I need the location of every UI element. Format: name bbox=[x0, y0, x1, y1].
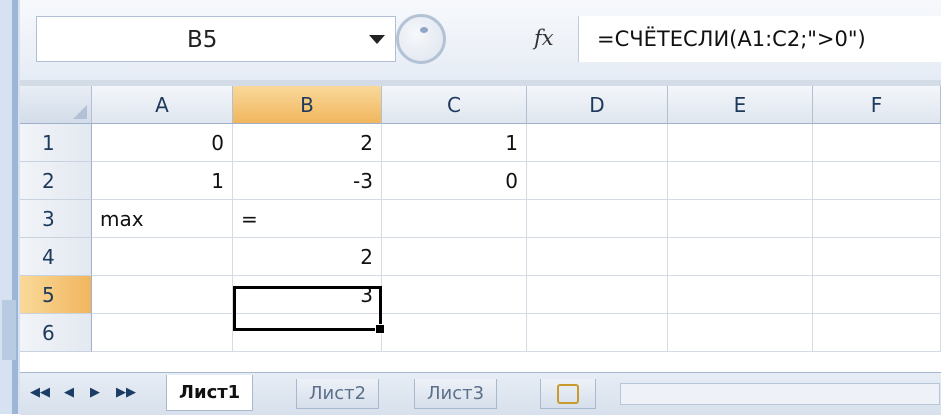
cell-e5[interactable] bbox=[668, 276, 813, 314]
cell-c1[interactable]: 1 bbox=[382, 124, 527, 162]
row-header-5[interactable]: 5 bbox=[20, 276, 92, 314]
splitter-dot bbox=[420, 27, 428, 33]
name-box-value: B5 bbox=[187, 27, 218, 53]
column-header-c[interactable]: C bbox=[382, 86, 527, 124]
horizontal-scrollbar[interactable] bbox=[620, 383, 940, 405]
cell-c5[interactable] bbox=[382, 276, 527, 314]
insert-sheet-icon bbox=[557, 384, 579, 404]
formula-bar: B5 fx =СЧЁТЕСЛИ(A1:C2;">0") bbox=[20, 0, 941, 81]
worksheet-grid: A B C D E F 1 0 2 1 2 1 -3 0 3 max = 4 2… bbox=[20, 86, 941, 372]
cell-f1[interactable] bbox=[813, 124, 941, 162]
insert-sheet-button[interactable] bbox=[540, 379, 596, 409]
cell-a5[interactable] bbox=[92, 276, 233, 314]
cell-a4[interactable] bbox=[92, 238, 233, 276]
cell-c4[interactable] bbox=[382, 238, 527, 276]
cell-f6[interactable] bbox=[813, 314, 941, 352]
cell-a1[interactable]: 0 bbox=[92, 124, 233, 162]
window-left-edge bbox=[0, 0, 20, 414]
row-header-2[interactable]: 2 bbox=[20, 162, 92, 200]
chevron-down-icon[interactable] bbox=[369, 35, 385, 44]
cell-e1[interactable] bbox=[668, 124, 813, 162]
first-sheet-button[interactable]: ◀◀ bbox=[30, 382, 50, 404]
select-all-triangle-icon bbox=[73, 105, 87, 119]
cell-e3[interactable] bbox=[668, 200, 813, 238]
row-header-4[interactable]: 4 bbox=[20, 238, 92, 276]
column-header-d[interactable]: D bbox=[527, 86, 668, 124]
cell-b2[interactable]: -3 bbox=[233, 162, 382, 200]
insert-function-icon[interactable]: fx bbox=[534, 18, 554, 58]
column-header-a[interactable]: A bbox=[92, 86, 233, 124]
cell-d3[interactable] bbox=[527, 200, 668, 238]
formula-input[interactable]: =СЧЁТЕСЛИ(A1:C2;">0") bbox=[578, 16, 941, 62]
cell-d4[interactable] bbox=[527, 238, 668, 276]
last-sheet-button[interactable]: ▶▶ bbox=[116, 382, 136, 404]
cell-b5[interactable]: 3 bbox=[233, 276, 382, 314]
cell-d5[interactable] bbox=[527, 276, 668, 314]
cell-d2[interactable] bbox=[527, 162, 668, 200]
formula-text: =СЧЁТЕСЛИ(A1:C2;">0") bbox=[597, 27, 866, 51]
cell-c6[interactable] bbox=[382, 314, 527, 352]
row-header-3[interactable]: 3 bbox=[20, 200, 92, 238]
cell-e2[interactable] bbox=[668, 162, 813, 200]
column-header-f[interactable]: F bbox=[813, 86, 941, 124]
cell-f5[interactable] bbox=[813, 276, 941, 314]
cell-f4[interactable] bbox=[813, 238, 941, 276]
formula-bar-splitter-icon[interactable] bbox=[396, 14, 446, 64]
row-header-1[interactable]: 1 bbox=[20, 124, 92, 162]
tab-sheet3[interactable]: Лист3 bbox=[414, 379, 498, 409]
name-box[interactable]: B5 bbox=[36, 16, 396, 62]
cell-e4[interactable] bbox=[668, 238, 813, 276]
cell-a6[interactable] bbox=[92, 314, 233, 352]
cell-c2[interactable]: 0 bbox=[382, 162, 527, 200]
previous-sheet-button[interactable]: ◀ bbox=[64, 382, 74, 404]
cell-c3[interactable] bbox=[382, 200, 527, 238]
sheet-tabs-bar: ◀◀ ◀ ▶ ▶▶ Лист1 Лист2 Лист3 bbox=[20, 372, 941, 415]
cell-f2[interactable] bbox=[813, 162, 941, 200]
row-header-6[interactable]: 6 bbox=[20, 314, 92, 352]
next-sheet-button[interactable]: ▶ bbox=[90, 382, 100, 404]
cell-a3[interactable]: max bbox=[92, 200, 233, 238]
cell-b3[interactable]: = bbox=[233, 200, 382, 238]
cell-f3[interactable] bbox=[813, 200, 941, 238]
column-header-b[interactable]: B bbox=[233, 86, 382, 124]
column-header-e[interactable]: E bbox=[668, 86, 813, 124]
select-all-button[interactable] bbox=[20, 86, 92, 124]
cell-b6[interactable] bbox=[233, 314, 382, 352]
tab-sheet1[interactable]: Лист1 bbox=[166, 375, 254, 411]
left-edge-marker bbox=[2, 300, 16, 360]
cell-b1[interactable]: 2 bbox=[233, 124, 382, 162]
cell-b4[interactable]: 2 bbox=[233, 238, 382, 276]
cell-a2[interactable]: 1 bbox=[92, 162, 233, 200]
tab-sheet2[interactable]: Лист2 bbox=[296, 379, 380, 409]
cell-e6[interactable] bbox=[668, 314, 813, 352]
cell-d1[interactable] bbox=[527, 124, 668, 162]
cell-d6[interactable] bbox=[527, 314, 668, 352]
